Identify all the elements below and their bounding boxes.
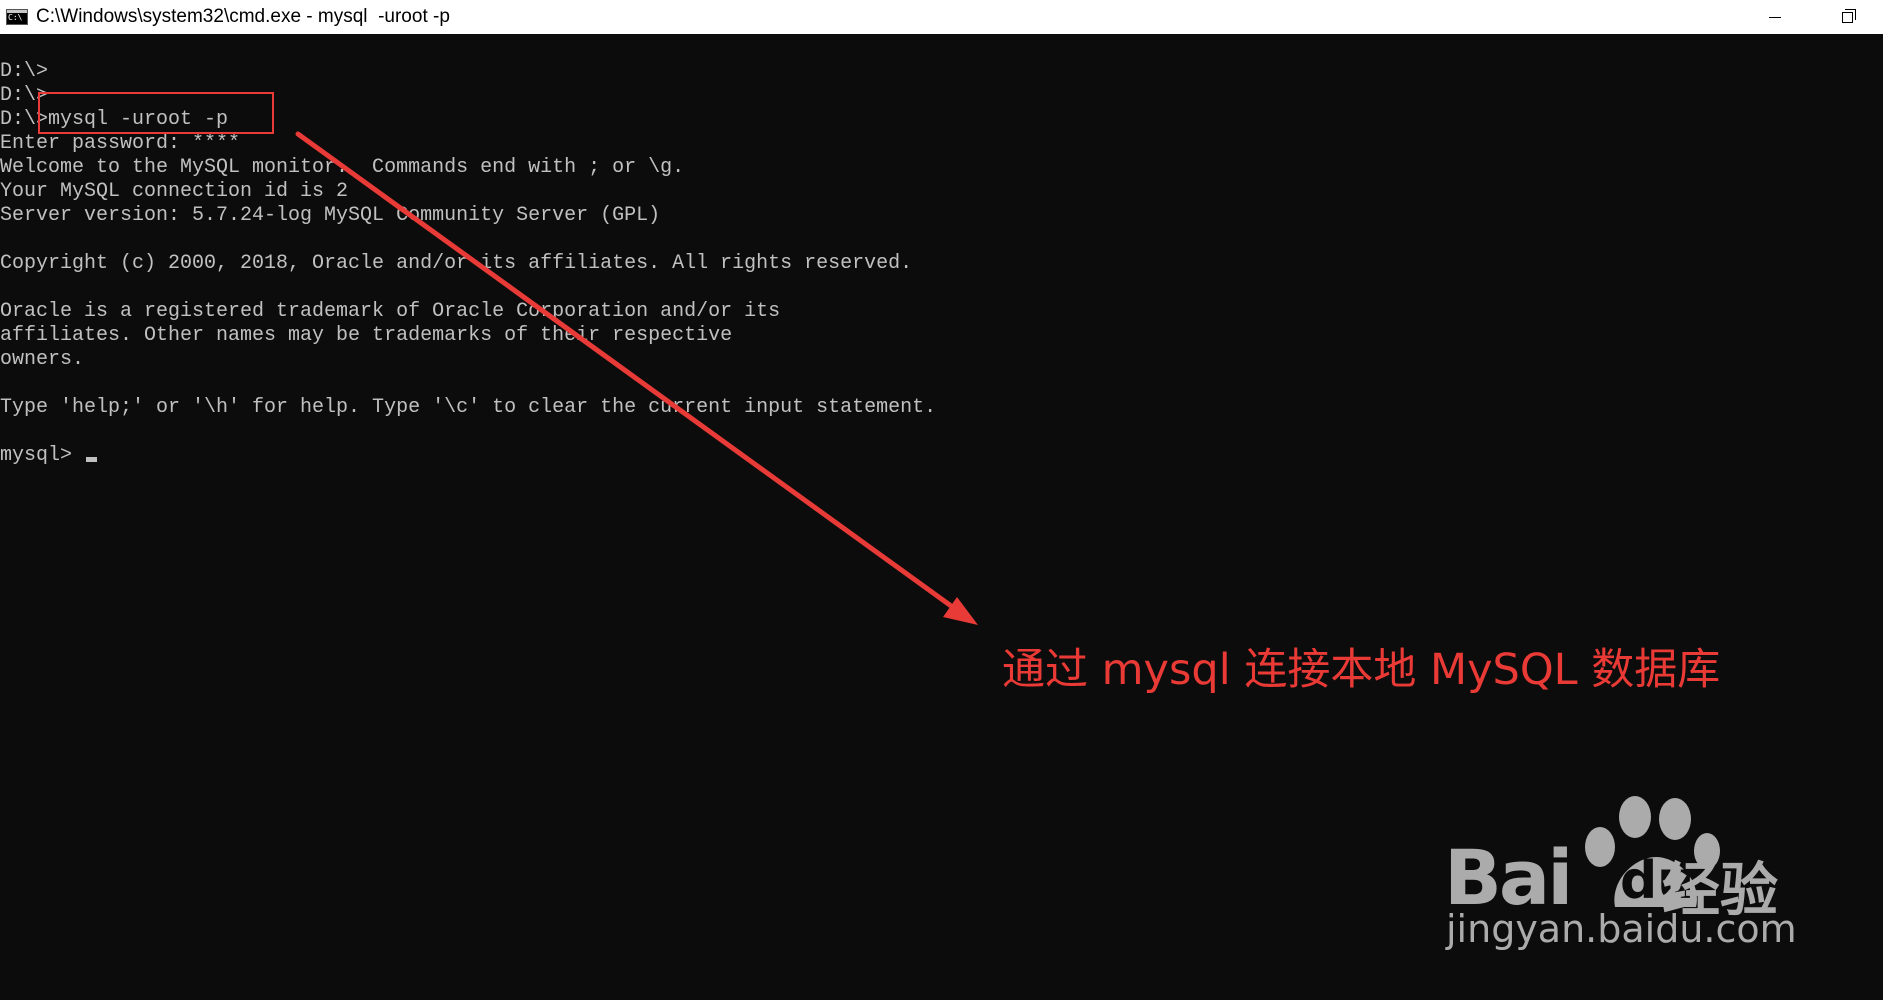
baidu-jingyan-watermark: Bai du 经验 jingyan.baidu.com bbox=[1440, 795, 1800, 965]
watermark-url: jingyan.baidu.com bbox=[1446, 907, 1797, 951]
cmd-window: C:\Windows\system32\cmd.exe - mysql -uro… bbox=[0, 0, 1883, 1000]
annotation-text: 通过 mysql 连接本地 MySQL 数据库 bbox=[1002, 645, 1721, 695]
